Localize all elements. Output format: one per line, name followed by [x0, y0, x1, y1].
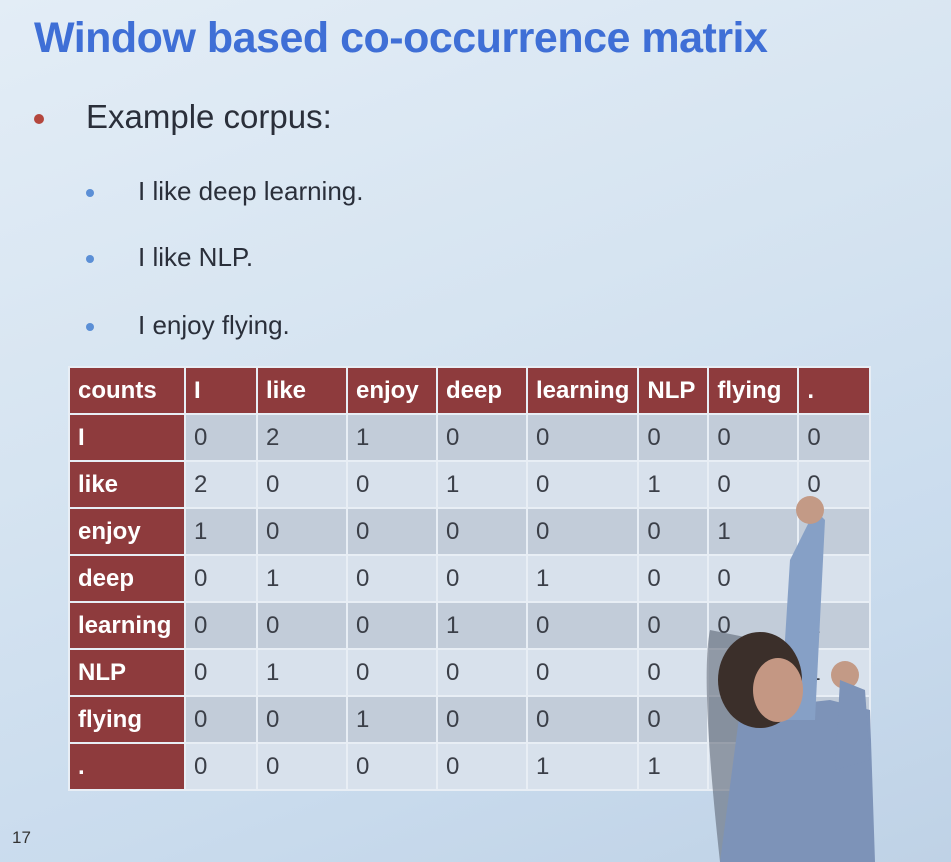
row-header: enjoy — [68, 507, 186, 556]
count-cell: 0 — [436, 554, 528, 603]
row-header: flying — [68, 695, 186, 744]
count-cell: 0 — [256, 601, 348, 650]
corpus-sentence: I like deep learning. — [86, 176, 363, 207]
row-header: NLP — [68, 648, 186, 697]
sentence-text: I enjoy flying. — [138, 310, 290, 340]
column-header: deep — [436, 366, 528, 415]
column-header: I — [184, 366, 258, 415]
count-cell: 0 — [184, 648, 258, 697]
count-cell: 0 — [525, 460, 640, 509]
count-cell: 0 — [525, 507, 640, 556]
count-cell: 1 — [256, 648, 348, 697]
corpus-sentence: I like NLP. — [86, 242, 253, 273]
slide-title: Window based co-occurrence matrix — [34, 14, 768, 62]
count-cell: 1 — [346, 413, 438, 462]
sentence-text: I like deep learning. — [138, 176, 364, 206]
count-cell: 0 — [346, 648, 438, 697]
count-cell: 0 — [184, 742, 258, 791]
count-cell: 0 — [346, 507, 438, 556]
row-header: like — [68, 460, 186, 509]
column-header: like — [256, 366, 348, 415]
count-cell: 2 — [184, 460, 258, 509]
count-cell: 0 — [525, 695, 640, 744]
count-cell: 0 — [256, 460, 348, 509]
count-cell: 0 — [436, 648, 528, 697]
count-cell: 0 — [256, 742, 348, 791]
count-cell: 1 — [637, 460, 710, 509]
page-number: 17 — [12, 828, 31, 847]
count-cell: 0 — [346, 460, 438, 509]
count-cell: 0 — [436, 507, 528, 556]
count-cell: 0 — [346, 554, 438, 603]
count-cell: 1 — [436, 601, 528, 650]
sentence-text: I like NLP. — [138, 242, 254, 272]
presenter-figure — [706, 496, 875, 862]
count-cell: 0 — [184, 413, 258, 462]
count-cell: 2 — [256, 413, 348, 462]
column-header: NLP — [637, 366, 710, 415]
count-cell: 0 — [797, 413, 872, 462]
column-header: counts — [68, 366, 186, 415]
count-cell: 0 — [436, 695, 528, 744]
count-cell: 0 — [346, 601, 438, 650]
count-cell: 0 — [707, 413, 800, 462]
count-cell: 0 — [525, 648, 640, 697]
count-cell: 1 — [256, 554, 348, 603]
count-cell: 1 — [436, 460, 528, 509]
column-header: enjoy — [346, 366, 438, 415]
row-header: I — [68, 413, 186, 462]
table-row: I02100000 — [68, 413, 872, 462]
count-cell: 1 — [637, 742, 710, 791]
count-cell: 1 — [184, 507, 258, 556]
count-cell: 0 — [637, 601, 710, 650]
header-row: counts Ilike enjoy deep learning NLP flying. — [68, 366, 872, 415]
count-cell: 0 — [525, 601, 640, 650]
count-cell: 0 — [637, 507, 710, 556]
count-cell: 0 — [436, 413, 528, 462]
column-header: learning — [525, 366, 640, 415]
count-cell: 1 — [525, 742, 640, 791]
count-cell: 0 — [436, 742, 528, 791]
count-cell: 0 — [184, 601, 258, 650]
count-cell: 0 — [184, 695, 258, 744]
count-cell: 0 — [256, 695, 348, 744]
row-header: deep — [68, 554, 186, 603]
corpus-sentence: I enjoy flying. — [86, 310, 290, 341]
count-cell: 0 — [346, 742, 438, 791]
count-cell: 0 — [525, 413, 640, 462]
row-header: learning — [68, 601, 186, 650]
count-cell: 0 — [637, 695, 710, 744]
bullet-text: Example corpus: — [86, 98, 332, 135]
bullet-dot-icon — [86, 255, 94, 264]
count-cell: 1 — [525, 554, 640, 603]
bullet-dot-icon — [34, 114, 44, 125]
count-cell: 0 — [256, 507, 348, 556]
count-cell: 0 — [637, 554, 710, 603]
column-header: flying — [707, 366, 800, 415]
count-cell: 0 — [637, 413, 710, 462]
bullet-dot-icon — [86, 189, 94, 198]
count-cell: 1 — [346, 695, 438, 744]
bullet-example-corpus: Example corpus: — [34, 98, 332, 136]
bullet-dot-icon — [86, 323, 94, 332]
count-cell: 0 — [637, 648, 710, 697]
column-header: . — [797, 366, 872, 415]
row-header: . — [68, 742, 186, 791]
count-cell: 0 — [184, 554, 258, 603]
